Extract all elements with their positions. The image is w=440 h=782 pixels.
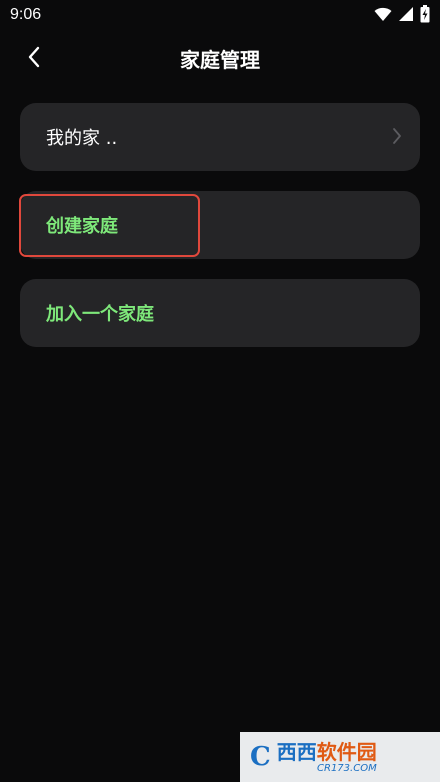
header: 家庭管理	[0, 36, 440, 78]
battery-charging-icon	[420, 5, 430, 23]
my-home-label: 我的家 ..	[46, 128, 118, 149]
highlight-box	[19, 194, 200, 257]
status-icons	[374, 5, 430, 23]
page-title: 家庭管理	[180, 48, 260, 72]
wifi-icon	[374, 7, 392, 21]
join-home-button[interactable]: 加入一个家庭	[20, 279, 420, 347]
status-time: 9:06	[10, 6, 42, 23]
watermark-text: 西西软件园 CR173.COM	[277, 741, 377, 774]
my-home-item[interactable]: 我的家 ..	[20, 103, 420, 171]
watermark-domain: CR173.COM	[317, 762, 377, 774]
watermark: C 西西软件园 CR173.COM	[240, 732, 440, 782]
watermark-brand-b: 软件园	[316, 739, 377, 764]
join-home-label: 加入一个家庭	[46, 304, 154, 325]
chevron-right-icon	[393, 128, 401, 144]
watermark-logo: C	[250, 742, 271, 772]
status-bar: 9:06	[0, 0, 440, 30]
signal-icon	[399, 7, 413, 21]
watermark-brand-a: 西西	[276, 739, 317, 764]
